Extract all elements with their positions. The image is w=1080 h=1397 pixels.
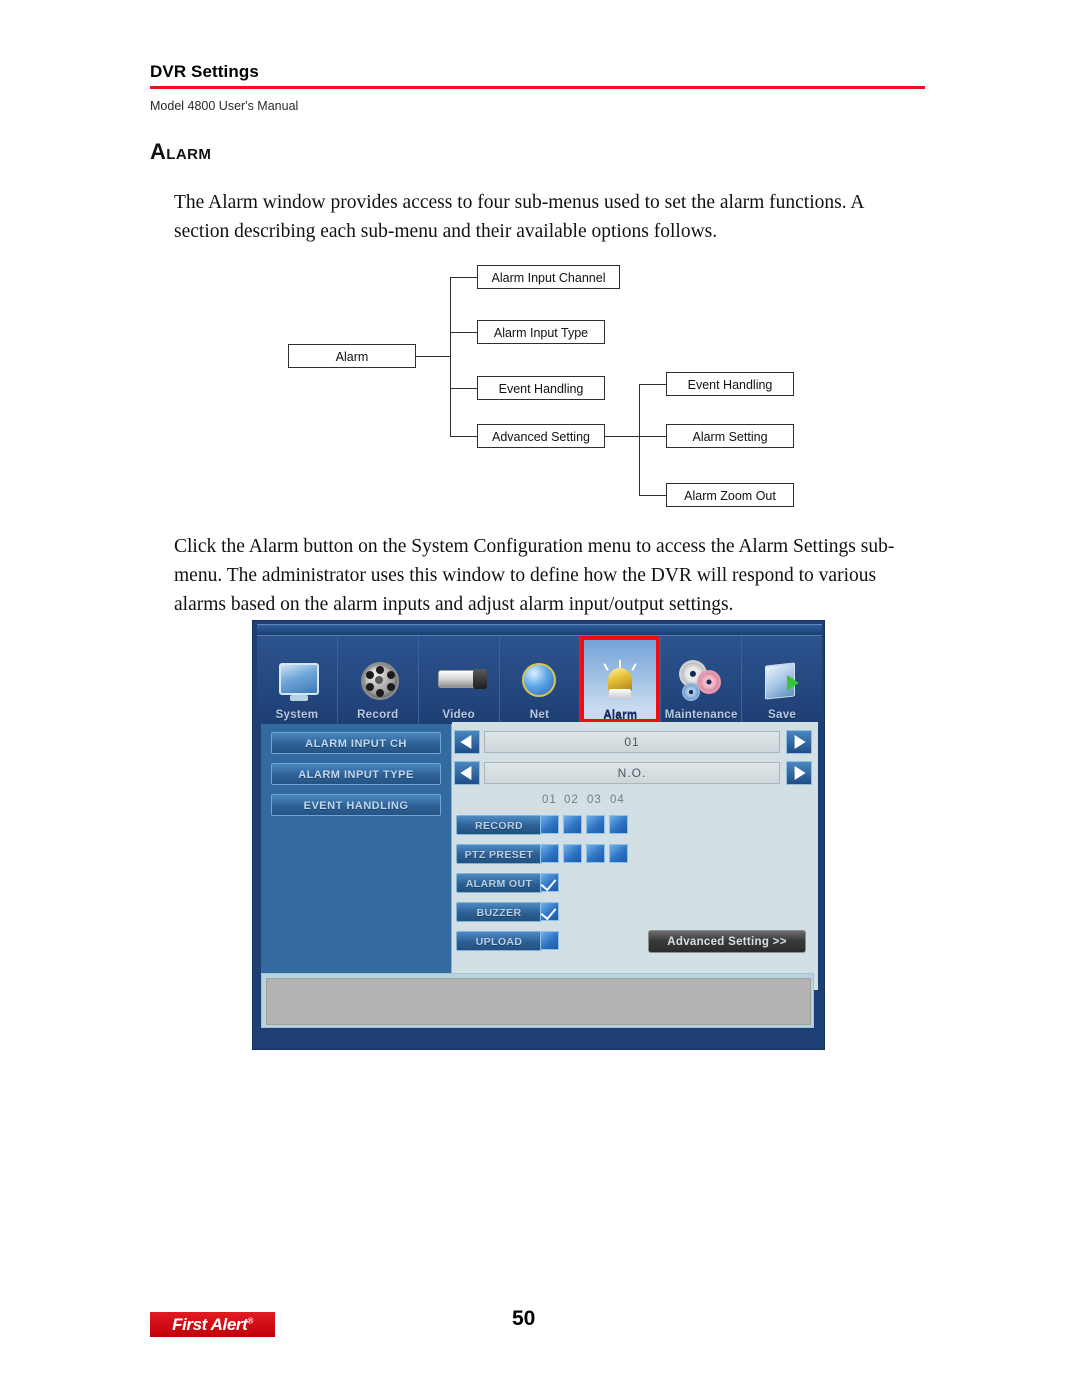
page-number: 50 bbox=[512, 1307, 536, 1330]
alarm-beacon-icon bbox=[597, 659, 643, 707]
toolbar-item-net[interactable]: Net bbox=[498, 636, 580, 723]
event-row-label-upload[interactable]: UPLOAD bbox=[456, 931, 542, 951]
dvr-content-panel: 01 N.O. 01 02 03 04 RECORD PTZ PRESET AL… bbox=[452, 722, 818, 990]
alarm-input-ch-value[interactable]: 01 bbox=[484, 731, 780, 753]
film-reel-icon bbox=[355, 659, 401, 707]
checkbox-record-ch03[interactable] bbox=[586, 815, 605, 834]
checkbox-record-ch02[interactable] bbox=[563, 815, 582, 834]
monitor-icon bbox=[274, 659, 320, 707]
save-disk-icon bbox=[759, 659, 805, 707]
tree-node-root: Alarm bbox=[288, 344, 416, 368]
tree-connector bbox=[450, 436, 477, 438]
tree-connector bbox=[416, 356, 450, 358]
first-alert-logo: First Alert® bbox=[150, 1312, 275, 1337]
tree-node-advanced-setting: Advanced Setting bbox=[477, 424, 605, 448]
dvr-body: ALARM INPUT CH ALARM INPUT TYPE EVENT HA… bbox=[257, 722, 822, 1016]
tree-connector bbox=[450, 388, 477, 390]
toolbar-item-label: Alarm bbox=[603, 709, 638, 721]
instruction-paragraph: Click the Alarm button on the System Con… bbox=[174, 536, 895, 615]
tree-node-alarm-input-type: Alarm Input Type bbox=[477, 320, 605, 344]
checkbox-upload[interactable] bbox=[540, 931, 559, 950]
network-globe-icon bbox=[517, 659, 563, 707]
alarm-input-ch-row: 01 bbox=[454, 728, 816, 756]
tree-node-event-handling: Event Handling bbox=[477, 376, 605, 400]
toolbar-item-system[interactable]: System bbox=[257, 636, 337, 723]
channel-header-03: 03 bbox=[587, 794, 602, 806]
heading-rest: LARM bbox=[166, 146, 212, 163]
advanced-setting-button[interactable]: Advanced Setting >> bbox=[648, 930, 806, 953]
event-row-label-ptz-preset[interactable]: PTZ PRESET bbox=[456, 844, 542, 864]
logo-text: First Alert® bbox=[172, 1314, 253, 1334]
checkbox-ptz-preset-ch04[interactable] bbox=[609, 844, 628, 863]
alarm-input-type-prev-button[interactable] bbox=[454, 761, 480, 785]
tree-node-alarm-input-channel: Alarm Input Channel bbox=[477, 265, 620, 289]
dvr-toolbar: System Record Video Net Alarm Maintenance Save bbox=[257, 635, 822, 723]
checkbox-ptz-preset-ch01[interactable] bbox=[540, 844, 559, 863]
chevron-left-icon bbox=[460, 735, 472, 749]
dvr-side-panel: ALARM INPUT CH ALARM INPUT TYPE EVENT HA… bbox=[261, 724, 452, 990]
checkbox-alarm-out[interactable] bbox=[540, 873, 559, 892]
alarm-input-ch-prev-button[interactable] bbox=[454, 730, 480, 754]
event-row-label-record[interactable]: RECORD bbox=[456, 815, 542, 835]
registered-mark: ® bbox=[247, 1315, 253, 1325]
page-title: ALARM bbox=[150, 141, 212, 164]
tree-connector bbox=[605, 436, 639, 438]
chevron-right-icon bbox=[794, 735, 806, 749]
alarm-input-ch-next-button[interactable] bbox=[786, 730, 812, 754]
alarm-input-type-value[interactable]: N.O. bbox=[484, 762, 780, 784]
checkbox-ptz-preset-ch03[interactable] bbox=[586, 844, 605, 863]
toolbar-item-alarm[interactable]: Alarm bbox=[579, 636, 661, 723]
toolbar-item-label: Save bbox=[768, 709, 797, 721]
heading-drop-cap: A bbox=[150, 139, 167, 164]
camera-icon bbox=[436, 659, 487, 707]
checkbox-ptz-preset-ch02[interactable] bbox=[563, 844, 582, 863]
tree-connector bbox=[639, 436, 666, 438]
dvr-status-panel bbox=[261, 973, 814, 1028]
page-header-title: DVR Settings bbox=[150, 62, 259, 81]
tree-node-sub-alarm-zoom-out: Alarm Zoom Out bbox=[666, 483, 794, 507]
sidebar-item-alarm-input-type[interactable]: ALARM INPUT TYPE bbox=[271, 763, 441, 785]
gears-icon bbox=[678, 659, 724, 707]
alarm-menu-tree-diagram: Alarm Alarm Input Channel Alarm Input Ty… bbox=[280, 252, 825, 517]
dvr-status-panel-inner bbox=[266, 978, 811, 1025]
toolbar-item-video[interactable]: Video bbox=[417, 636, 499, 723]
chevron-right-icon bbox=[794, 766, 806, 780]
intro-paragraph: The Alarm window provides access to four… bbox=[174, 192, 864, 242]
dvr-title-bar bbox=[257, 624, 822, 635]
page-header-subtitle: Model 4800 User's Manual bbox=[150, 99, 299, 113]
toolbar-item-record[interactable]: Record bbox=[336, 636, 418, 723]
tree-connector bbox=[450, 332, 477, 334]
tree-node-sub-event-handling: Event Handling bbox=[666, 372, 794, 396]
tree-node-sub-alarm-setting: Alarm Setting bbox=[666, 424, 794, 448]
event-row-label-alarm-out[interactable]: ALARM OUT bbox=[456, 873, 542, 893]
tree-connector bbox=[450, 277, 452, 436]
sidebar-item-alarm-input-ch[interactable]: ALARM INPUT CH bbox=[271, 732, 441, 754]
event-row-label-buzzer[interactable]: BUZZER bbox=[456, 902, 542, 922]
toolbar-item-label: Record bbox=[357, 709, 399, 721]
toolbar-item-label: Video bbox=[442, 709, 475, 721]
checkbox-record-ch01[interactable] bbox=[540, 815, 559, 834]
channel-header-02: 02 bbox=[564, 794, 579, 806]
dvr-footer-bar bbox=[257, 1030, 822, 1046]
tree-connector bbox=[450, 277, 477, 279]
sidebar-item-event-handling[interactable]: EVENT HANDLING bbox=[271, 794, 441, 816]
checkbox-record-ch04[interactable] bbox=[609, 815, 628, 834]
alarm-input-type-row: N.O. bbox=[454, 759, 816, 787]
toolbar-item-label: Maintenance bbox=[664, 709, 738, 721]
tree-connector bbox=[639, 384, 666, 386]
header-red-rule bbox=[150, 86, 925, 89]
channel-header-01: 01 bbox=[542, 794, 557, 806]
toolbar-item-maintenance[interactable]: Maintenance bbox=[660, 636, 741, 723]
channel-header-04: 04 bbox=[610, 794, 625, 806]
dvr-alarm-settings-screenshot: System Record Video Net Alarm Maintenance Save… bbox=[252, 620, 825, 1050]
toolbar-item-label: Net bbox=[529, 709, 550, 721]
toolbar-item-save[interactable]: Save bbox=[741, 636, 822, 723]
tree-connector bbox=[639, 384, 641, 495]
tree-connector bbox=[639, 495, 666, 497]
checkbox-buzzer[interactable] bbox=[540, 902, 559, 921]
toolbar-item-label: System bbox=[275, 709, 319, 721]
chevron-left-icon bbox=[460, 766, 472, 780]
alarm-input-type-next-button[interactable] bbox=[786, 761, 812, 785]
